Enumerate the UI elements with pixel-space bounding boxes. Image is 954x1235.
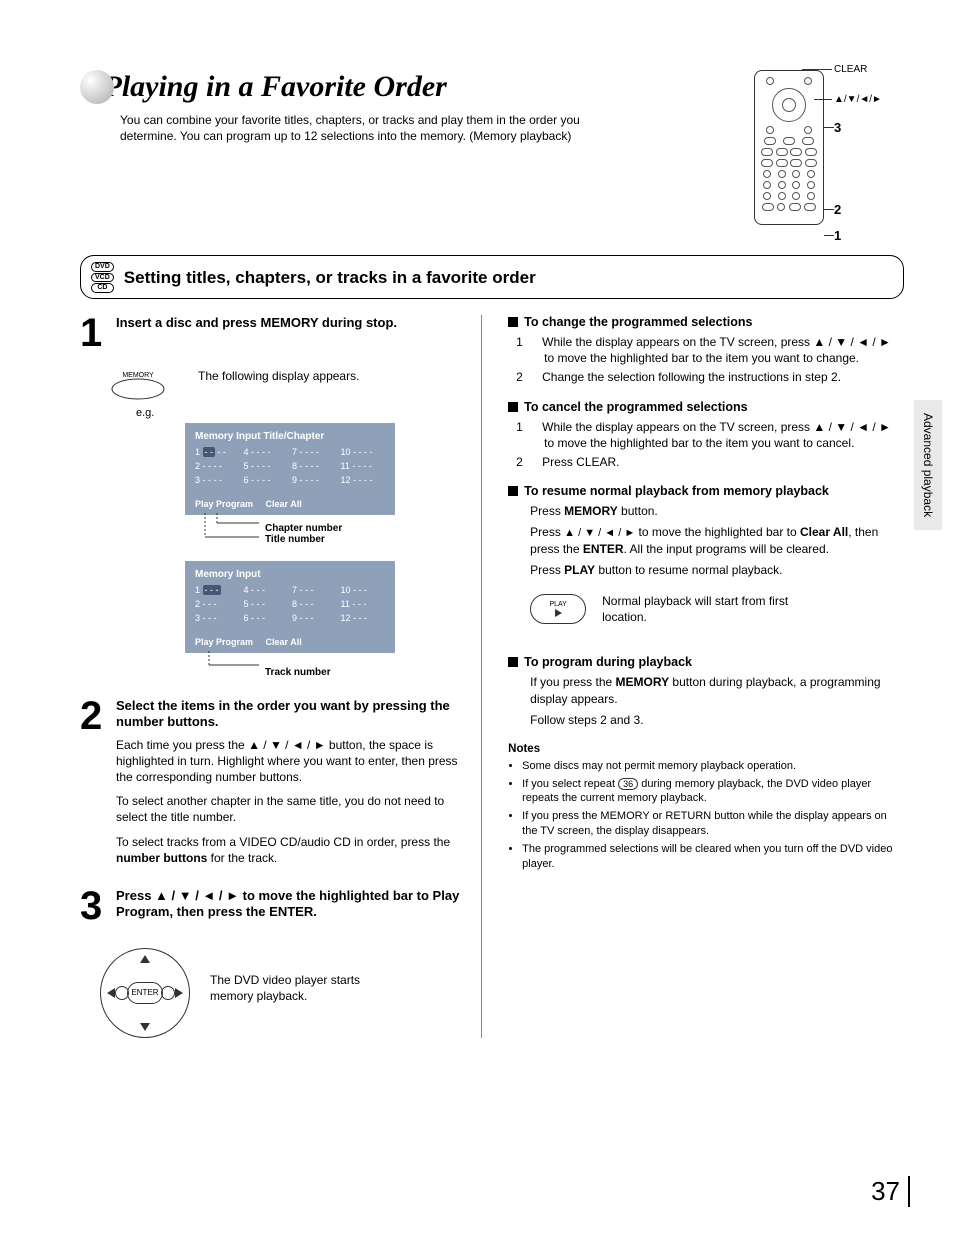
step-2-number: 2: [80, 698, 108, 874]
step-3-body: The DVD video player starts memory playb…: [210, 972, 380, 1004]
notes-list: Some discs may not permit memory playbac…: [508, 759, 904, 872]
remote-dpad-icon: [772, 88, 806, 122]
step-1: 1 Insert a disc and press MEMORY during …: [80, 315, 465, 351]
memory-button-icon: MEMORY: [108, 369, 168, 401]
intro-text: You can combine your favorite titles, ch…: [120, 112, 580, 144]
cancel-heading: To cancel the programmed selections: [508, 400, 904, 414]
change-heading: To change the programmed selections: [508, 315, 904, 329]
step-2-p1: Each time you press the ▲ / ▼ / ◄ / ► bu…: [116, 737, 465, 786]
remote-label-2: 2: [834, 202, 841, 217]
enter-dpad-icon: ENTER: [100, 948, 190, 1038]
step-3-title: Press ▲ / ▼ / ◄ / ► to move the highligh…: [116, 888, 465, 921]
program-block: If you press the MEMORY button during pl…: [530, 674, 904, 728]
resume-block: Press MEMORY button. Press ▲ / ▼ / ◄ / ►…: [530, 503, 904, 579]
resume-heading: To resume normal playback from memory pl…: [508, 484, 904, 498]
page-number: 37: [871, 1176, 910, 1207]
step-3: 3 Press ▲ / ▼ / ◄ / ► to move the highli…: [80, 888, 465, 924]
osd-play-program: Play Program: [195, 499, 253, 509]
step-2: 2 Select the items in the order you want…: [80, 698, 465, 874]
osd-memory-input-title-chapter: Memory Input Title/Chapter 1 - - - - 4 -…: [185, 423, 395, 515]
step-3-number: 3: [80, 888, 108, 924]
step-2-title: Select the items in the order you want b…: [116, 698, 465, 731]
eg-label: e.g.: [136, 407, 465, 419]
side-tab: Advanced playback: [914, 400, 942, 530]
change-list: 1While the display appears on the TV scr…: [530, 334, 904, 386]
step-2-p2: To select another chapter in the same ti…: [116, 793, 465, 825]
program-heading: To program during playback: [508, 655, 904, 669]
disc-type-badges: DVD VCD CD: [91, 262, 114, 293]
enter-label: ENTER: [127, 982, 163, 1004]
section-heading: DVD VCD CD Setting titles, chapters, or …: [80, 255, 904, 299]
section-title-text: Setting titles, chapters, or tracks in a…: [124, 268, 536, 288]
cancel-list: 1While the display appears on the TV scr…: [530, 419, 904, 471]
step-1-title: Insert a disc and press MEMORY during st…: [116, 315, 465, 331]
remote-label-clear: CLEAR: [834, 64, 867, 75]
play-button-row: PLAY Normal playback will start from fir…: [530, 593, 904, 625]
title-sphere-icon: [80, 70, 114, 104]
osd-memory-input-track: Memory Input 1 - - - 4 - - - 7 - - - 10 …: [185, 561, 395, 653]
step-1-caption: The following display appears.: [198, 365, 359, 383]
osd1-captions: Chapter number Title number: [185, 515, 395, 555]
page-title-text: Playing in a Favorite Order: [104, 70, 447, 103]
remote-label-1: 1: [834, 228, 841, 243]
remote-diagram: CLEAR ▲/▼/◄/► 3 2 1: [754, 70, 904, 225]
step-1-number: 1: [80, 315, 108, 351]
play-note: Normal playback will start from first lo…: [602, 593, 802, 625]
play-button-icon: PLAY: [530, 594, 586, 624]
osd-clear-all: Clear All: [266, 499, 302, 509]
page-title: Playing in a Favorite Order: [80, 70, 754, 106]
osd2-captions: Track number: [185, 653, 395, 688]
step-2-p3: To select tracks from a VIDEO CD/audio C…: [116, 834, 465, 866]
remote-label-3: 3: [834, 120, 841, 135]
notes-heading: Notes: [508, 743, 904, 755]
remote-label-arrows: ▲/▼/◄/►: [834, 94, 882, 105]
svg-text:MEMORY: MEMORY: [122, 372, 154, 379]
